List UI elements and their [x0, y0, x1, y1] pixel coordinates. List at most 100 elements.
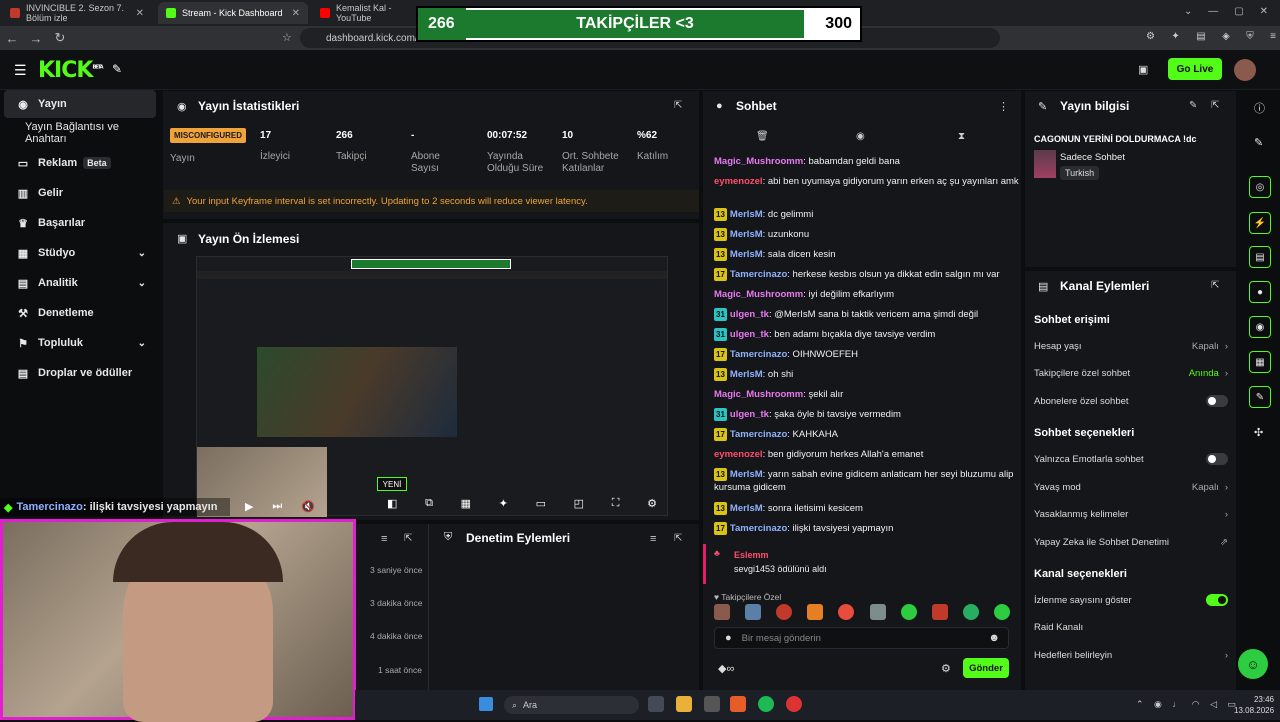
popout-icon[interactable]: ⇱	[1211, 100, 1219, 111]
chevron-up-icon[interactable]: ⌃	[1136, 699, 1144, 710]
chat-username[interactable]: Magic_Mushroomm	[714, 156, 803, 167]
chat-username[interactable]: ulgen_tk	[730, 329, 769, 340]
chat-username[interactable]: MerIsM	[730, 229, 763, 240]
emote[interactable]	[776, 604, 793, 620]
sidebar-item-basarilar[interactable]: ♛ Başarılar	[4, 209, 156, 237]
chevron-down-icon[interactable]: ⌄	[1184, 6, 1192, 17]
hamburger-menu-icon[interactable]: ☰	[14, 62, 27, 79]
popout-icon[interactable]: ⇱	[1211, 280, 1219, 291]
stream-preview-video[interactable]: YENİ ◧ ⧉ ▦ ✦ ▭ ◰ ⛶ ⚙	[196, 256, 668, 517]
row-ai-moderation[interactable]: Yapay Zeka ile Sohbet Denetimi ⇗	[1034, 534, 1228, 550]
close-icon[interactable]: ✕	[136, 8, 144, 19]
volume-icon[interactable]: ◁	[1210, 699, 1217, 710]
gear-icon[interactable]: ⚙	[647, 497, 657, 510]
pip-icon[interactable]: ◰	[574, 497, 584, 510]
chat-username[interactable]: Tamercinazo	[730, 429, 787, 440]
brave-browser-icon[interactable]	[730, 696, 746, 712]
play-icon[interactable]: ▶	[245, 500, 253, 513]
shield-icon[interactable]: ⛨	[1246, 31, 1254, 42]
kick-logo[interactable]: KICKBETA	[38, 58, 104, 83]
tab-youtube[interactable]: Kemalist Kal - YouTube	[312, 2, 412, 24]
sidebar-item-analitik[interactable]: ▤ Analitik ⌄	[4, 269, 156, 297]
emote[interactable]	[714, 604, 730, 620]
windows-start-icon[interactable]	[479, 697, 493, 711]
popout-icon[interactable]: ⇱	[674, 533, 682, 544]
rail-document-button[interactable]: ▤	[1249, 246, 1271, 268]
chat-username[interactable]: ulgen_tk	[730, 309, 769, 320]
emote-only-toggle[interactable]	[1206, 453, 1228, 465]
menu-icon[interactable]: ≡	[1270, 31, 1276, 42]
back-icon[interactable]: ←	[0, 31, 24, 46]
sidebar-item-denetleme[interactable]: ⚒ Denetleme	[4, 299, 156, 327]
popout-icon[interactable]: ⇱	[674, 100, 682, 111]
wallet-icon[interactable]: ◈	[1222, 31, 1230, 42]
apps-icon[interactable]: ✣	[1254, 426, 1263, 439]
skip-icon[interactable]: ⏭	[272, 500, 282, 513]
chat-username[interactable]: Tamercinazo	[730, 269, 787, 280]
send-button[interactable]: Gönder	[963, 658, 1009, 678]
reload-icon[interactable]: ↻	[48, 30, 72, 46]
network-icon[interactable]: ◉	[1154, 699, 1162, 710]
wifi-icon[interactable]: ◠	[1192, 699, 1200, 710]
chat-username[interactable]: Tamercinazo	[730, 349, 787, 360]
close-icon[interactable]: ✕	[292, 8, 300, 19]
row-raid-channel[interactable]: Raid Kanalı	[1034, 619, 1228, 635]
taskbar-search[interactable]: ⌕ Ara	[504, 696, 639, 714]
mute-icon[interactable]: 🔇	[301, 500, 315, 513]
more-options-icon[interactable]: ⋮	[998, 100, 1009, 113]
filter-icon[interactable]: ≡	[381, 533, 387, 545]
sidebar-item-studyo[interactable]: ▦ Stüdyo ⌄	[4, 239, 156, 267]
sidebar-item-stream-key[interactable]: Yayın Bağlantısı ve Anahtarı	[4, 119, 156, 147]
points-icon[interactable]: ◆∞	[718, 662, 734, 675]
tab-invincible[interactable]: INVINCIBLE 2. Sezon 7. Bölüm izle ✕	[2, 2, 152, 24]
chat-username[interactable]: eymenozel	[714, 176, 763, 187]
emote[interactable]	[745, 604, 762, 620]
layout-icon[interactable]: ▦	[461, 497, 471, 510]
row-slow-mode[interactable]: Yavaş mod Kapalı ›	[1034, 479, 1228, 495]
rail-capture-button[interactable]: ◎	[1249, 176, 1271, 198]
chat-username[interactable]: MerIsM	[730, 249, 763, 260]
popout-icon[interactable]: ⇱	[404, 533, 412, 544]
emote[interactable]	[838, 604, 855, 620]
fullscreen-icon[interactable]: ⛶	[612, 497, 620, 510]
forward-icon[interactable]: →	[24, 31, 48, 46]
task-view-icon[interactable]	[648, 696, 664, 712]
chat-input[interactable]: ● Bir mesaj gönderin ☻	[714, 627, 1009, 649]
close-window-icon[interactable]: ✕	[1260, 6, 1268, 17]
emote[interactable]	[962, 604, 979, 620]
row-followers-only[interactable]: Takipçilere özel sohbet Anında ›	[1034, 365, 1228, 381]
sidebar-item-droplar[interactable]: ▤ Droplar ve ödüller	[4, 359, 156, 387]
sidebar-item-reklam[interactable]: ▭ Reklam Beta	[4, 149, 156, 177]
extension-icon[interactable]: ⚙	[1146, 31, 1155, 42]
chat-settings-icon[interactable]: ⚙	[941, 662, 951, 675]
chat-username[interactable]: Tamercinazo	[730, 523, 787, 534]
trash-icon[interactable]: 🗑	[756, 131, 769, 142]
emote[interactable]	[807, 604, 824, 620]
rail-chat-button[interactable]: ●	[1249, 281, 1271, 303]
chat-username[interactable]: MerIsM	[730, 209, 763, 220]
info-icon[interactable]: ⓘ	[1254, 100, 1265, 116]
theater-icon[interactable]: ▭	[536, 497, 546, 510]
support-chat-button[interactable]: ☺	[1238, 649, 1268, 679]
rail-wrench-button[interactable]: ✎	[1249, 386, 1271, 408]
subscribers-only-toggle[interactable]	[1206, 395, 1228, 407]
store-icon[interactable]	[704, 696, 720, 712]
go-live-button[interactable]: Go Live	[1168, 58, 1222, 80]
microphone-icon[interactable]: ♩	[1172, 699, 1181, 710]
bookmark-icon[interactable]: ☆	[282, 31, 292, 44]
edit-icon[interactable]: ✎	[1189, 100, 1197, 111]
chat-username[interactable]: Magic_Mushroomm	[714, 289, 803, 300]
emote[interactable]	[931, 604, 948, 620]
file-explorer-icon[interactable]	[676, 696, 692, 712]
row-account-age[interactable]: Hesap yaşı Kapalı ›	[1034, 338, 1228, 354]
camera-icon[interactable]: ◧	[387, 497, 397, 510]
clip-icon[interactable]: ⧉	[425, 497, 433, 510]
chat-username[interactable]: Magic_Mushroomm	[714, 389, 803, 400]
chat-message-icon[interactable]: ◉	[856, 131, 865, 142]
sidebar-item-gelir[interactable]: ▥ Gelir	[4, 179, 156, 207]
chat-username[interactable]: eymenozel	[714, 449, 763, 460]
minimize-icon[interactable]: —	[1208, 6, 1218, 17]
taskbar-clock[interactable]: 23:46 13.08.2026	[1234, 694, 1274, 716]
preview-toggle-icon[interactable]: ▣	[1138, 63, 1148, 76]
rail-layout-button[interactable]: ▦	[1249, 351, 1271, 373]
